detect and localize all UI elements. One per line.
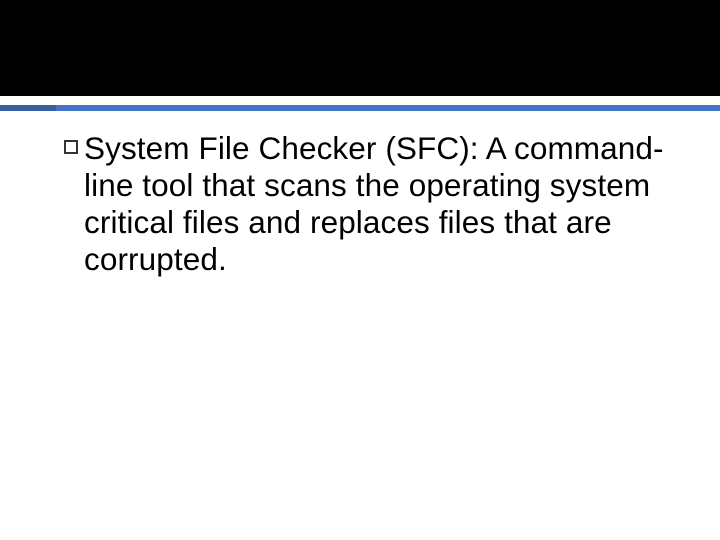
- list-item: System File Checker (SFC): A command-lin…: [64, 130, 664, 279]
- square-bullet-icon: [64, 140, 78, 154]
- content-area: System File Checker (SFC): A command-lin…: [64, 130, 664, 279]
- slide-container: System File Checker (SFC): A command-lin…: [0, 0, 720, 540]
- bullet-text: System File Checker (SFC): A command-lin…: [84, 130, 664, 279]
- title-bar: [0, 0, 720, 96]
- horizontal-divider: [0, 105, 720, 111]
- horizontal-divider-accent: [0, 105, 56, 111]
